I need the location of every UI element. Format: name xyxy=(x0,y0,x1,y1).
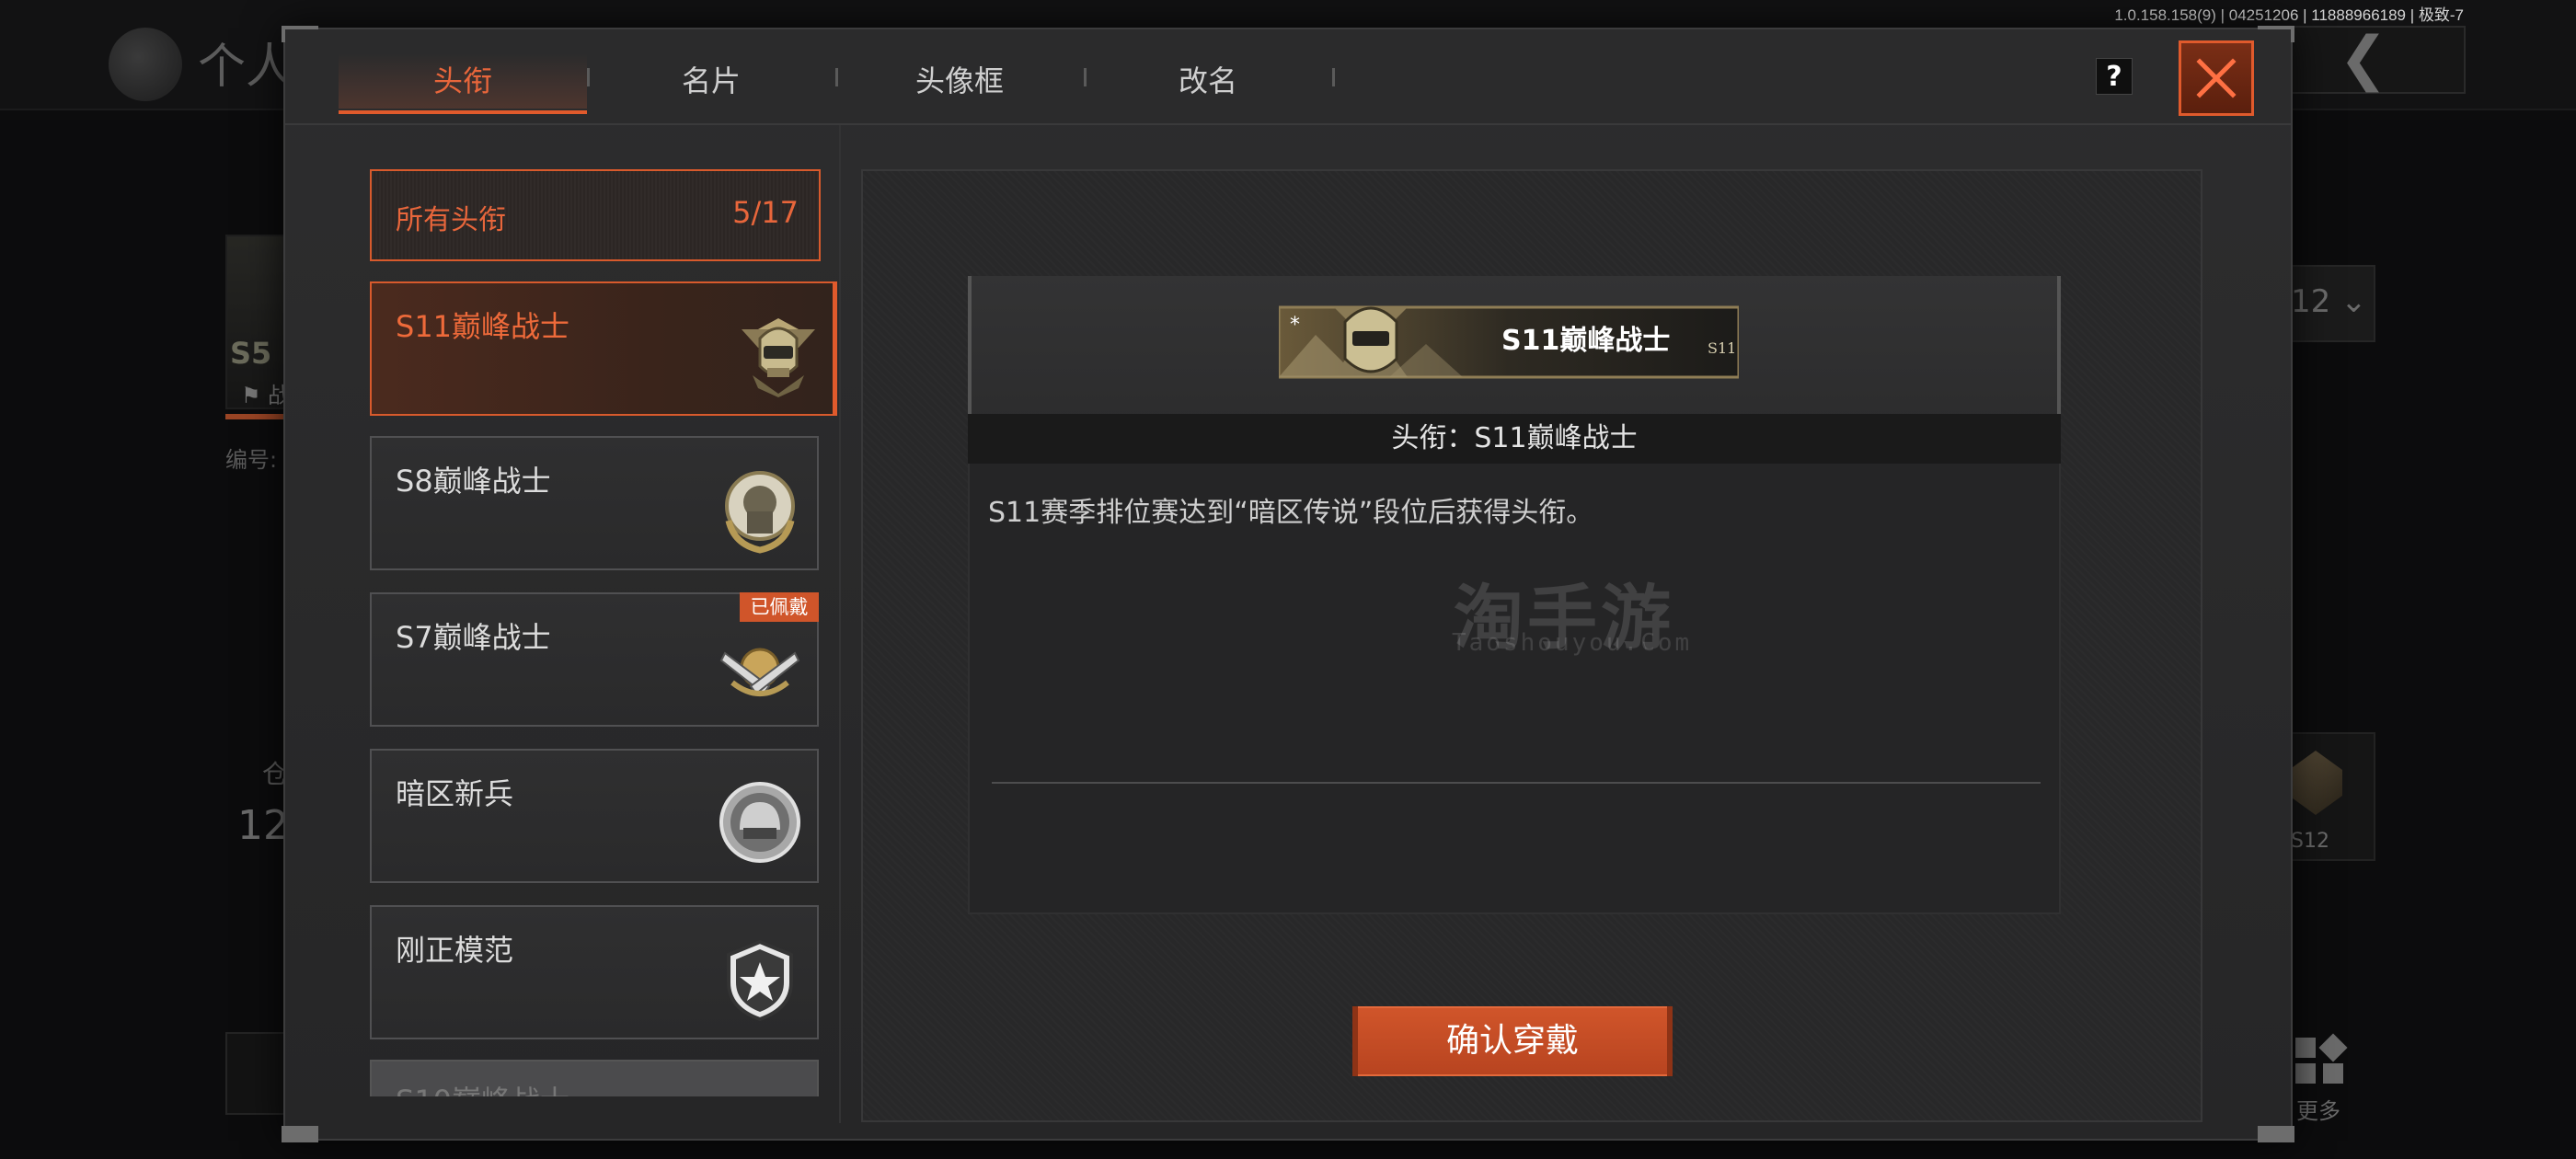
background-back-button: ❮ xyxy=(2272,26,2466,94)
confirm-wear-button[interactable]: 确认穿戴 xyxy=(1352,1006,1673,1076)
modal-corner-decoration xyxy=(2258,1126,2294,1142)
title-item-s7-peak-warrior[interactable]: S7巅峰战士 已佩戴 xyxy=(370,592,819,727)
laurel-soldier-icon xyxy=(725,471,795,554)
background-page-title: 个人 xyxy=(198,40,294,95)
tab-titles[interactable]: 头衔 xyxy=(339,53,587,114)
helmet-badge-icon xyxy=(742,318,815,397)
all-titles-filter[interactable]: 所有头衔 5/17 xyxy=(370,169,821,261)
star-shield-icon xyxy=(727,939,793,1022)
title-item-partial[interactable]: S10巅峰战士 xyxy=(370,1060,819,1096)
title-item-label: 暗区新兵 xyxy=(396,776,514,811)
worn-badge: 已佩戴 xyxy=(740,592,819,622)
close-button[interactable] xyxy=(2179,40,2254,116)
crossed-pistols-icon xyxy=(719,648,800,696)
title-item-label: S11巅峰战士 xyxy=(396,309,570,344)
background-id-label: 编号: xyxy=(225,447,278,473)
all-titles-count: 5/17 xyxy=(732,195,799,230)
background-card-label: S5 xyxy=(230,336,272,371)
help-button[interactable]: ? xyxy=(2096,58,2133,95)
watermark-url: Taoshouyou.Com xyxy=(1452,629,1693,657)
title-description: S11赛季排位赛达到“暗区传说”段位后获得头衔。 xyxy=(988,497,1594,529)
title-item-label: 刚正模范 xyxy=(396,933,514,968)
info-divider xyxy=(992,782,2041,784)
background-stat-value: 12 xyxy=(237,802,289,849)
title-item-label: S8巅峰战士 xyxy=(396,464,551,499)
background-more-icon xyxy=(2295,1033,2348,1085)
background-bottom-button xyxy=(225,1032,290,1115)
tab-separator xyxy=(1332,68,1335,86)
title-item-upright-model[interactable]: 刚正模范 xyxy=(370,905,819,1039)
version-info: 1.0.158.158(9) | 04251206 | 11888966189 … xyxy=(2114,6,2464,24)
silver-helmet-icon xyxy=(719,782,800,863)
tab-name-card[interactable]: 名片 xyxy=(587,53,835,109)
background-globe-icon xyxy=(109,28,182,101)
chevron-down-icon: ⌄ xyxy=(2340,283,2367,320)
background-season-value: 12 ⌄ xyxy=(2291,283,2367,320)
banner-season-text: S11 xyxy=(1708,339,1737,357)
title-item-label: S10巅峰战士 xyxy=(396,1078,569,1096)
background-more-label: 更多 xyxy=(2296,1098,2340,1124)
title-item-s8-peak-warrior[interactable]: S8巅峰战士 xyxy=(370,436,819,570)
title-info-heading: 头衔：S11巅峰战士 xyxy=(968,414,2061,464)
title-item-dark-zone-recruit[interactable]: 暗区新兵 xyxy=(370,749,819,883)
close-icon xyxy=(2196,58,2237,98)
list-divider xyxy=(839,125,841,1123)
title-item-s11-peak-warrior[interactable]: S11巅峰战士 xyxy=(370,281,837,416)
title-item-label: S7巅峰战士 xyxy=(396,620,551,655)
background-s12-label: S12 xyxy=(2291,830,2329,853)
tab-bar: 头衔 名片 头像框 改名 ? xyxy=(285,29,2291,125)
svg-text:*: * xyxy=(1290,314,1300,337)
tab-rename[interactable]: 改名 xyxy=(1084,53,1332,109)
modal-corner-decoration xyxy=(282,1126,318,1142)
title-modal: 头衔 名片 头像框 改名 ? 所有头衔 5/17 S11巅峰战士 S8巅峰战士 … xyxy=(282,26,2294,1142)
tab-avatar-frame[interactable]: 头像框 xyxy=(835,53,1084,109)
all-titles-label: 所有头衔 xyxy=(396,204,506,236)
banner-title-text: S11巅峰战士 xyxy=(1501,325,1671,357)
